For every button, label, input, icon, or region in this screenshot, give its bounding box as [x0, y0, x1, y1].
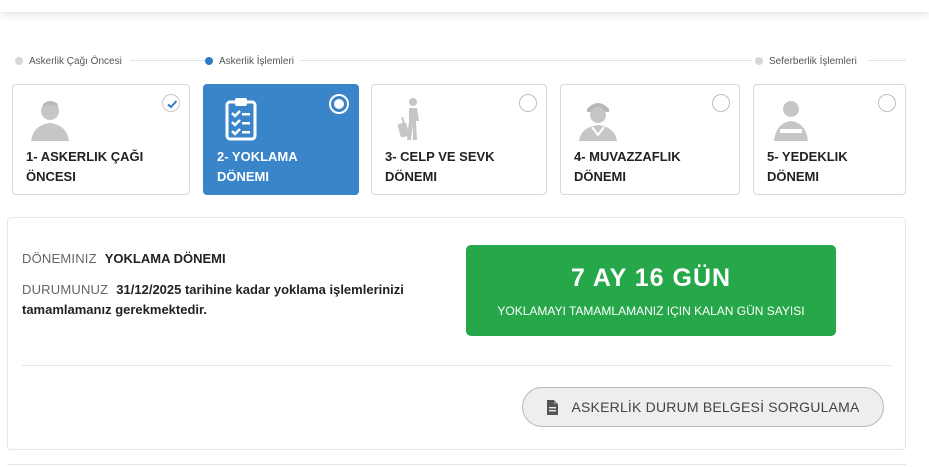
step-label: 5- YEDEKLIK DÖNEMI — [767, 149, 848, 184]
step-label: 4- MUVAZZAFLIK DÖNEMI — [574, 149, 681, 184]
step-radio[interactable] — [878, 94, 896, 112]
status-row: DURUMUNUZ 31/12/2025 tarihine kadar yokla… — [22, 280, 404, 300]
step-card-muvazzaflik[interactable]: 4- MUVAZZAFLIK DÖNEMI — [560, 84, 740, 195]
status-value-line2: tamamlamanız gerekmektedir. — [22, 302, 207, 317]
period-key: DÖNEMINIZ — [22, 251, 97, 266]
query-button-label: ASKERLİK DURUM BELGESİ SORGULAMA — [571, 399, 860, 415]
step-radio[interactable] — [519, 94, 537, 112]
step-card-askerlik-cagi-oncesi[interactable]: 1- ASKERLIK ÇAĞI ÖNCESI — [12, 84, 190, 195]
panel-divider — [22, 365, 892, 366]
person-silhouette-icon — [31, 101, 69, 141]
military-status-document-query-button[interactable]: ASKERLİK DURUM BELGESİ SORGULAMA — [522, 387, 884, 427]
step-radio[interactable] — [712, 94, 730, 112]
phase-askerlik-cagi-oncesi: Askerlik Çağı Öncesi — [15, 54, 128, 68]
phase-askerlik-islemleri: Askerlik İşlemleri — [205, 54, 301, 68]
status-row-continued: tamamlamanız gerekmektedir. — [22, 300, 207, 320]
phase-label: Seferberlik İşlemleri — [769, 55, 857, 67]
status-value-line1: 31/12/2025 tarihine kadar yoklama işleml… — [116, 282, 404, 297]
phase-label: Askerlik Çağı Öncesi — [29, 55, 122, 67]
period-value: YOKLAMA DÖNEMI — [104, 251, 226, 266]
remaining-time: 7 AY 16 GÜN — [570, 264, 732, 292]
remaining-caption: YOKLAMAYI TAMAMLAMANIZ IÇIN KALAN GÜN SA… — [497, 304, 805, 318]
phase-seferberlik-islemleri: Seferberlik İşlemleri — [755, 54, 863, 68]
step-radio-selected[interactable] — [329, 94, 349, 114]
traveler-luggage-icon — [397, 98, 419, 140]
step-card-yoklama[interactable]: 2- YOKLAMA DÖNEMI — [203, 84, 359, 195]
status-key: DURUMUNUZ — [22, 282, 109, 297]
check-icon — [167, 100, 178, 109]
status-panel: DÖNEMINIZ YOKLAMA DÖNEMI DURUMUNUZ 31/12/2… — [7, 217, 906, 450]
step-label: 2- YOKLAMA DÖNEMI — [217, 149, 298, 184]
document-icon — [547, 399, 559, 415]
period-row: DÖNEMINIZ YOKLAMA DÖNEMI — [22, 249, 226, 269]
remaining-days-box: 7 AY 16 GÜN YOKLAMAYI TAMAMLAMANIZ IÇIN … — [466, 245, 836, 336]
phase-connector — [130, 60, 205, 61]
step-radio-completed[interactable] — [162, 94, 180, 112]
clipboard-checklist-icon — [225, 98, 257, 141]
top-header-bar — [0, 0, 929, 12]
step-card-yedeklik[interactable]: 5- YEDEKLIK DÖNEMI — [753, 84, 906, 195]
soldier-icon — [579, 103, 617, 141]
phase-label: Askerlik İşlemleri — [219, 55, 295, 67]
step-label: 1- ASKERLIK ÇAĞI ÖNCESI — [26, 149, 144, 184]
reserve-person-icon — [774, 101, 808, 141]
step-label: 3- CELP VE SEVK DÖNEMI — [385, 149, 495, 184]
phase-connector — [868, 60, 906, 61]
phase-dot-icon — [15, 57, 23, 65]
phase-dot-icon — [755, 57, 763, 65]
step-card-celp-ve-sevk[interactable]: 3- CELP VE SEVK DÖNEMI — [371, 84, 547, 195]
phase-dot-icon — [205, 57, 213, 65]
phase-connector — [300, 60, 752, 61]
